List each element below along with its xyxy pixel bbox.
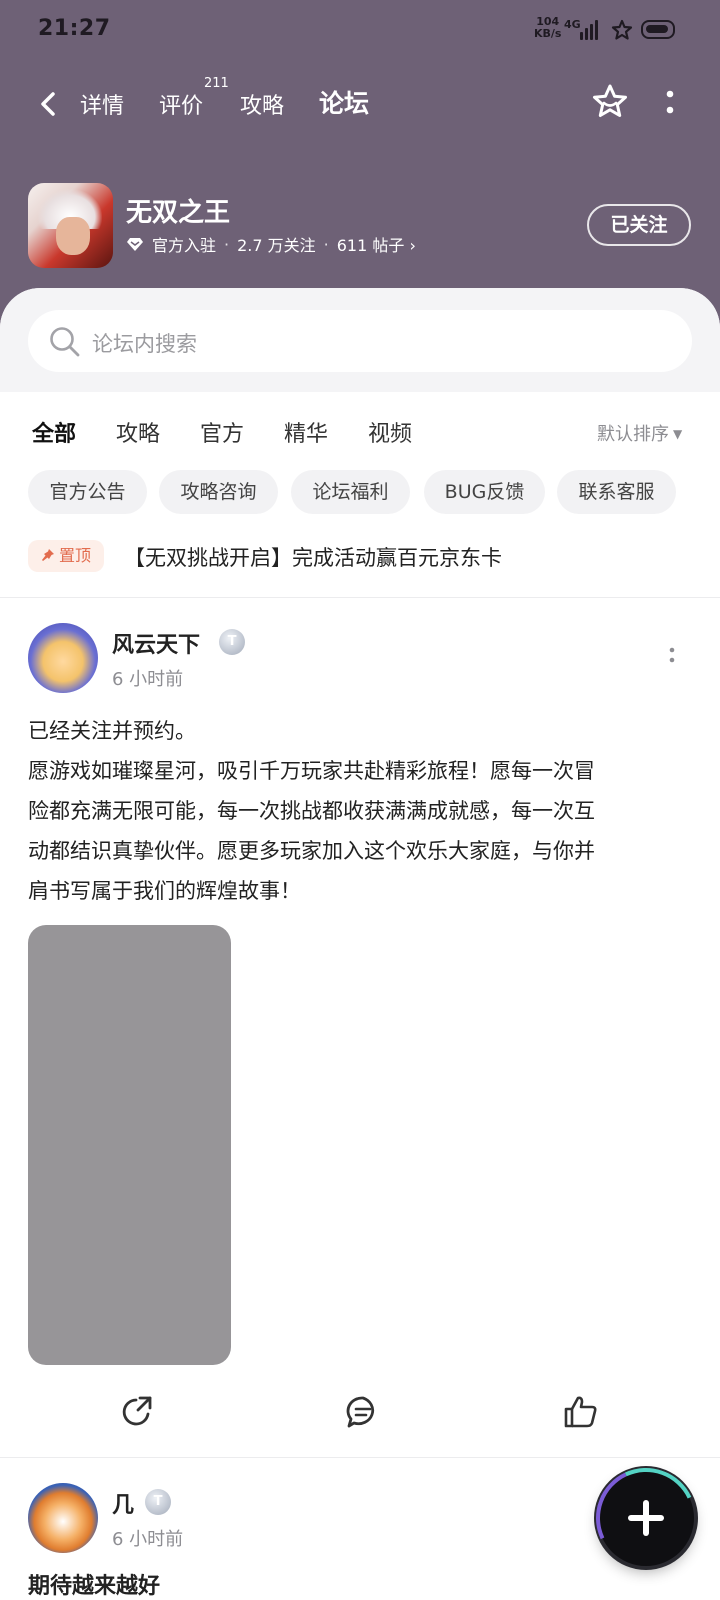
post-time: 6 小时前 — [112, 669, 184, 690]
more-vertical-icon[interactable] — [664, 645, 680, 669]
pin-icon — [41, 549, 54, 561]
tab-forum[interactable]: 论坛 — [319, 84, 370, 122]
app-icon — [28, 183, 113, 268]
caret-down-icon: ▼ — [673, 427, 683, 441]
diamond-icon — [127, 238, 143, 251]
chip-bug-report[interactable]: BUG反馈 — [424, 470, 545, 514]
active-filter-indicator — [36, 447, 73, 452]
filter-tab-guides[interactable]: 攻略 — [116, 416, 160, 448]
post-image[interactable] — [28, 925, 231, 1365]
followers-count: 2.7 万关注 — [237, 236, 316, 255]
more-vertical-icon[interactable] — [660, 86, 680, 120]
sort-dropdown[interactable]: 默认排序 ▼ — [597, 420, 682, 446]
app-icon-face — [56, 217, 90, 255]
battery-icon — [641, 20, 675, 39]
tab-guides[interactable]: 攻略 — [240, 88, 284, 120]
official-label: 官方入驻 — [152, 236, 217, 255]
pinned-post[interactable]: 置顶 【无双挑战开启】完成活动赢百元京东卡 — [0, 536, 720, 586]
avatar[interactable] — [28, 1483, 98, 1553]
post-content-line: 期待越来越好 — [28, 1574, 161, 1599]
top-navigation: 详情 评价 211 攻略 论坛 — [0, 76, 720, 132]
chip-guide-questions[interactable]: 攻略咨询 — [159, 470, 278, 514]
posts-link[interactable]: 611 帖子 › — [337, 232, 416, 256]
back-icon[interactable] — [34, 86, 62, 122]
search-area: 论坛内搜索 — [0, 288, 720, 392]
posts-count: 611 帖子 — [336, 236, 405, 255]
separator-dot: · — [224, 234, 230, 254]
filter-tabs: 全部 攻略 官方 精华 视频 默认排序 ▼ — [0, 406, 720, 456]
post-time: 6 小时前 — [112, 1529, 184, 1550]
chevron-right-icon: › — [409, 236, 416, 255]
category-chips: 官方公告 攻略咨询 论坛福利 BUG反馈 联系客服 — [0, 470, 720, 516]
status-bar: 21:27 104 KB/s 4G — [0, 0, 720, 64]
notification-icon — [611, 19, 633, 40]
search-icon — [50, 327, 80, 357]
plus-icon — [643, 1500, 649, 1536]
username[interactable]: 几 — [112, 1487, 134, 1519]
level-badge: T — [145, 1489, 171, 1515]
filter-tab-label: 全部 — [32, 422, 77, 447]
share-icon[interactable] — [118, 1392, 158, 1432]
search-placeholder: 论坛内搜索 — [92, 332, 197, 356]
separator-dot: · — [323, 234, 329, 254]
compose-button[interactable] — [598, 1470, 694, 1566]
star-icon[interactable] — [590, 82, 630, 122]
avatar[interactable] — [28, 623, 98, 693]
chip-customer-service[interactable]: 联系客服 — [557, 470, 676, 514]
filter-tab-video[interactable]: 视频 — [368, 416, 412, 448]
search-input[interactable]: 论坛内搜索 — [28, 310, 692, 372]
signal-icon — [580, 20, 602, 40]
review-count-badge: 211 — [204, 76, 229, 91]
post-actions — [0, 1392, 720, 1442]
divider — [0, 1457, 720, 1458]
network-type: 4G — [564, 18, 581, 31]
post-content-line: 愿游戏如璀璨星河，吸引千万玩家共赴精彩旅程！愿每一次冒 — [28, 759, 595, 783]
follow-button[interactable]: 已关注 — [587, 204, 691, 246]
app-name: 无双之王 — [126, 198, 231, 228]
username[interactable]: 风云天下 — [112, 627, 200, 659]
post-content-line: 肩书写属于我们的辉煌故事！ — [28, 879, 301, 903]
post-content-line: 已经关注并预约。 — [28, 719, 196, 743]
tab-forum-label: 论坛 — [319, 89, 370, 118]
pinned-tag-label: 置顶 — [58, 546, 91, 565]
app-meta: 官方入驻 · 2.7 万关注 · 611 帖子 › — [126, 232, 416, 256]
chip-welfare[interactable]: 论坛福利 — [291, 470, 410, 514]
post-content-line: 险都充满无限可能，每一次挑战都收获满满成就感，每一次互 — [28, 799, 595, 823]
sort-label: 默认排序 — [597, 424, 669, 445]
pinned-title: 【无双挑战开启】完成活动赢百元京东卡 — [124, 546, 502, 570]
post-content: 期待越来越好 — [28, 1567, 692, 1600]
app-info: 无双之王 官方入驻 · 2.7 万关注 · 611 帖子 › 已关注 — [0, 180, 720, 270]
tab-reviews[interactable]: 评价 — [159, 88, 203, 120]
post-content: 已经关注并预约。 愿游戏如璀璨星河，吸引千万玩家共赴精彩旅程！愿每一次冒 险都充… — [28, 711, 692, 911]
level-badge: T — [219, 629, 245, 655]
thumbs-up-icon[interactable] — [561, 1392, 601, 1432]
status-time: 21:27 — [38, 16, 111, 41]
chip-announcements[interactable]: 官方公告 — [28, 470, 147, 514]
divider — [0, 597, 720, 598]
pinned-tag: 置顶 — [28, 540, 104, 572]
filter-tab-official[interactable]: 官方 — [200, 416, 244, 448]
post-content-line: 动都结识真挚伙伴。愿更多玩家加入这个欢乐大家庭，与你并 — [28, 839, 595, 863]
comment-icon[interactable] — [343, 1392, 383, 1432]
filter-tab-all[interactable]: 全部 — [32, 416, 77, 452]
network-speed-unit: KB/s — [534, 27, 562, 40]
filter-tab-featured[interactable]: 精华 — [284, 416, 328, 448]
network-speed: 104 KB/s — [534, 16, 561, 40]
tab-details[interactable]: 详情 — [80, 88, 124, 120]
